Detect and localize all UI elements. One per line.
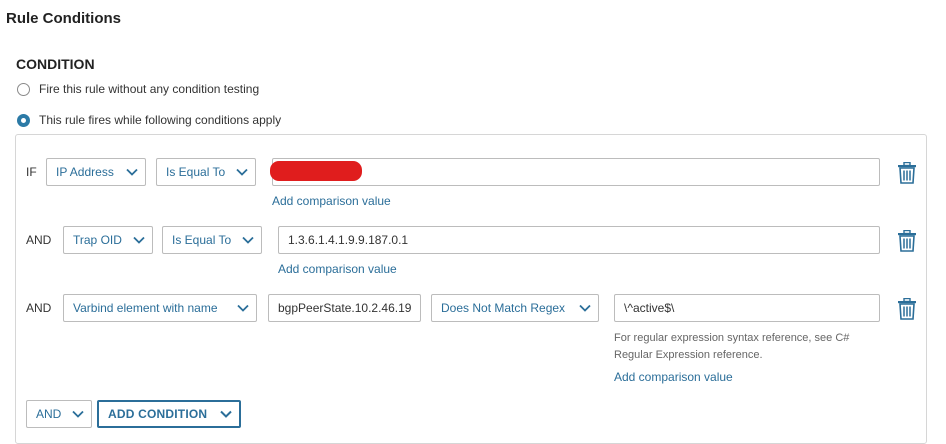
chevron-down-icon: [130, 231, 148, 249]
comparison-value-input[interactable]: 1.3.6.1.4.1.9.9.187.0.1: [278, 226, 880, 254]
radio-option-conditions-apply[interactable]: This rule fires while following conditio…: [17, 113, 281, 127]
chevron-down-icon: [239, 231, 257, 249]
select-value: Trap OID: [73, 233, 122, 247]
operator-select-is-equal-to[interactable]: Is Equal To: [162, 226, 262, 254]
chevron-down-icon: [234, 299, 252, 317]
select-value: AND: [36, 407, 62, 421]
trash-icon[interactable]: [897, 229, 917, 252]
operator-select-is-equal-to[interactable]: Is Equal To: [156, 158, 256, 186]
logic-operator-select[interactable]: AND: [26, 400, 92, 428]
chevron-down-icon: [123, 163, 141, 181]
radio-option-no-condition[interactable]: Fire this rule without any condition tes…: [17, 82, 259, 96]
comparison-value-input[interactable]: [272, 158, 880, 186]
input-value: \^active$\: [624, 301, 675, 315]
input-value: 1.3.6.1.4.1.9.9.187.0.1: [288, 233, 409, 247]
operator-select-does-not-match-regex[interactable]: Does Not Match Regex: [431, 294, 599, 322]
trash-icon[interactable]: [897, 297, 917, 320]
field-select-ip-address[interactable]: IP Address: [46, 158, 146, 186]
select-value: Is Equal To: [172, 233, 232, 247]
select-value: Is Equal To: [166, 165, 226, 179]
condition-section-title: CONDITION: [16, 56, 95, 72]
add-comparison-value-link[interactable]: Add comparison value: [614, 370, 733, 384]
add-condition-button[interactable]: ADD CONDITION: [97, 400, 241, 428]
input-value: bgpPeerState.10.2.46.19: [278, 301, 412, 315]
chevron-down-icon: [233, 163, 251, 181]
radio-button-checked[interactable]: [17, 113, 30, 127]
add-comparison-value-link[interactable]: Add comparison value: [278, 262, 397, 276]
regex-hint-text: For regular expression syntax reference,…: [614, 332, 850, 361]
regex-value-input[interactable]: \^active$\: [614, 294, 880, 322]
field-select-varbind-element[interactable]: Varbind element with name: [63, 294, 257, 322]
radio-button-unchecked[interactable]: [17, 82, 30, 96]
chevron-down-icon: [576, 299, 594, 317]
condition-keyword-and: AND: [26, 233, 52, 247]
varbind-name-input[interactable]: bgpPeerState.10.2.46.19: [268, 294, 421, 322]
radio-option-label: Fire this rule without any condition tes…: [39, 82, 260, 96]
select-value: Varbind element with name: [73, 301, 218, 315]
chevron-down-icon: [217, 405, 235, 423]
button-label: ADD CONDITION: [108, 407, 208, 421]
field-select-trap-oid[interactable]: Trap OID: [63, 226, 153, 254]
radio-option-label: This rule fires while following conditio…: [39, 113, 282, 127]
trash-icon[interactable]: [897, 161, 917, 184]
redaction-mark: [270, 161, 362, 181]
page-title: Rule Conditions: [6, 10, 121, 27]
select-value: Does Not Match Regex: [441, 301, 566, 315]
add-comparison-value-link[interactable]: Add comparison value: [272, 194, 391, 208]
condition-keyword-if: IF: [26, 165, 37, 179]
chevron-down-icon: [69, 405, 87, 423]
condition-keyword-and: AND: [26, 301, 52, 315]
select-value: IP Address: [56, 165, 114, 179]
